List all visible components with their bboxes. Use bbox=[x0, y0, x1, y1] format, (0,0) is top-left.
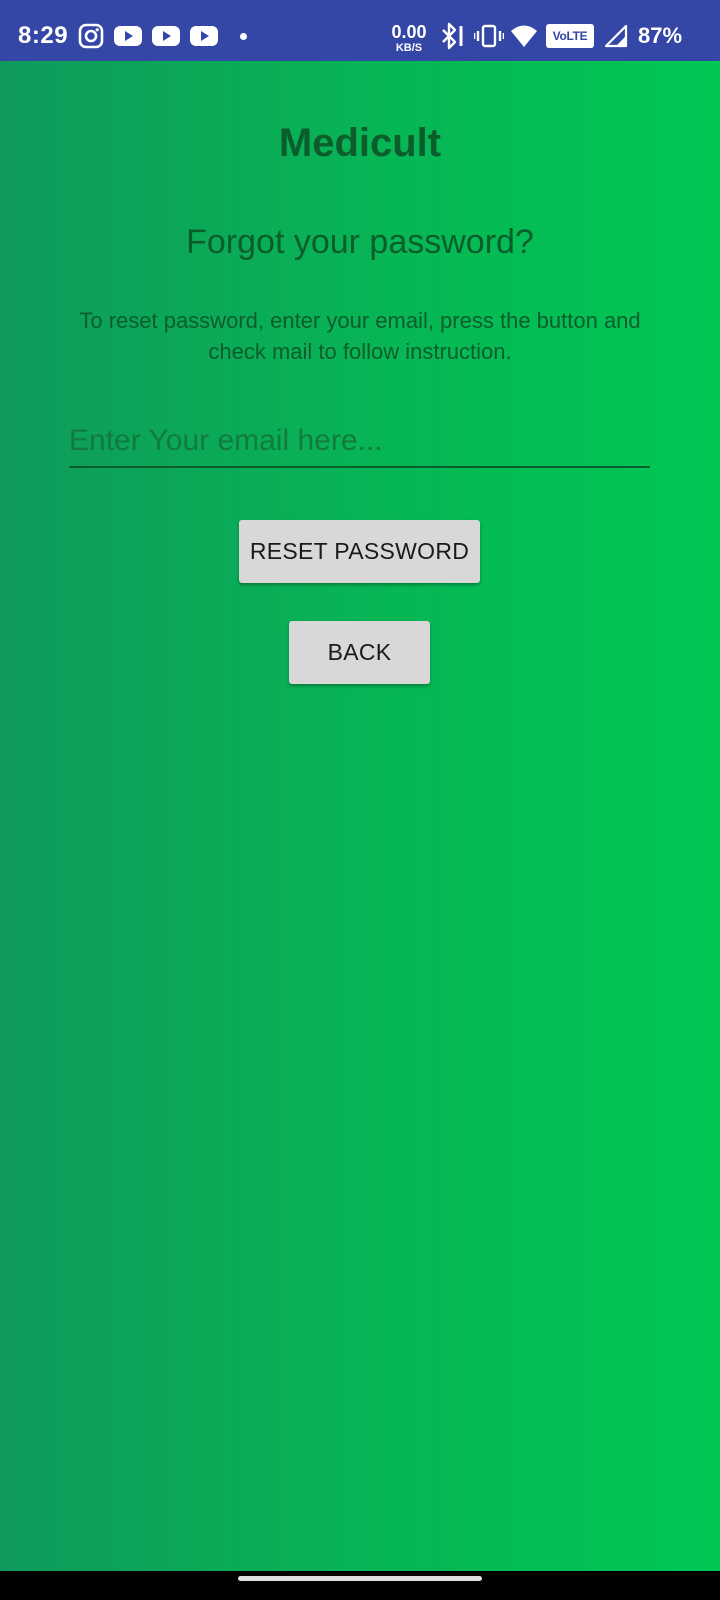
email-input[interactable] bbox=[69, 416, 650, 468]
vibrate-icon bbox=[474, 22, 504, 50]
youtube-icon bbox=[114, 26, 142, 46]
network-speed: 0.00 KB/S bbox=[384, 20, 434, 56]
bluetooth-icon bbox=[440, 22, 466, 50]
youtube-icon bbox=[190, 26, 218, 46]
instagram-icon bbox=[78, 23, 104, 49]
youtube-icon bbox=[152, 26, 180, 46]
instruction-text: To reset password, enter your email, pre… bbox=[79, 308, 641, 364]
home-gesture-handle[interactable] bbox=[238, 1576, 482, 1581]
volte-badge: VoLTE bbox=[546, 24, 594, 48]
battery-percent: 87% bbox=[638, 23, 683, 48]
page-heading: Forgot your password? bbox=[186, 223, 534, 261]
app-title: Medicult bbox=[278, 121, 442, 165]
navigation-bar bbox=[0, 1571, 720, 1600]
wifi-icon bbox=[510, 23, 538, 49]
reset-password-button[interactable]: RESET PASSWORD bbox=[239, 520, 480, 583]
network-speed-value: 0.00 bbox=[391, 21, 427, 42]
status-time: 8:29 bbox=[18, 22, 69, 49]
signal-icon bbox=[604, 24, 628, 48]
screen: 8:29 0.00 KB/S VoLTE 87% Medicult Forgot… bbox=[0, 0, 720, 1600]
back-button[interactable]: BACK bbox=[289, 621, 430, 684]
status-bar: 8:29 0.00 KB/S VoLTE 87% bbox=[0, 0, 720, 61]
forgot-password-screen: Medicult Forgot your password? To reset … bbox=[0, 61, 720, 1571]
network-speed-unit: KB/S bbox=[395, 41, 423, 54]
more-notifications-dot-icon bbox=[240, 33, 247, 40]
